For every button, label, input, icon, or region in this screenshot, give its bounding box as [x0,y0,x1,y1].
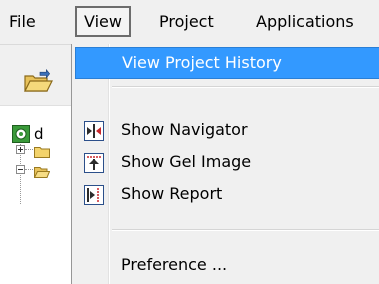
menu-item-view-project-history[interactable]: View Project History [75,47,379,79]
menu-item-label: Preference ... [121,255,228,274]
menu-file[interactable]: File [2,6,43,37]
menu-bar: File View Project Applications [0,0,379,45]
menu-item-label: Show Gel Image [121,152,252,171]
folder-icon [34,143,50,158]
tree-connector [25,169,33,170]
view-menu-dropdown: View Project History Show Navigator Show… [71,44,379,284]
menu-item-label: View Project History [122,53,282,72]
menu-item-show-navigator[interactable]: Show Navigator [75,114,379,146]
menu-item-show-report[interactable]: Show Report [75,178,379,210]
report-icon [84,184,104,205]
tree-connector [25,149,33,150]
menu-view[interactable]: View [75,6,131,37]
tree-expander-plus[interactable] [16,145,25,154]
project-root-icon [12,125,30,143]
menu-separator [112,86,379,88]
tree-root-label[interactable]: d [34,123,44,145]
gel-image-icon [84,152,104,173]
menu-item-preference[interactable]: Preference ... [75,249,379,281]
tree-expander-minus[interactable] [16,165,25,174]
open-folder-icon[interactable] [22,68,54,95]
menu-applications[interactable]: Applications [249,6,361,37]
navigator-icon [84,120,104,141]
menu-separator [112,229,379,231]
open-folder-icon [33,163,51,178]
menu-project[interactable]: Project [152,6,221,37]
menu-item-label: Show Report [121,184,223,203]
menu-item-show-gel-image[interactable]: Show Gel Image [75,146,379,178]
menu-item-label: Show Navigator [121,120,248,139]
